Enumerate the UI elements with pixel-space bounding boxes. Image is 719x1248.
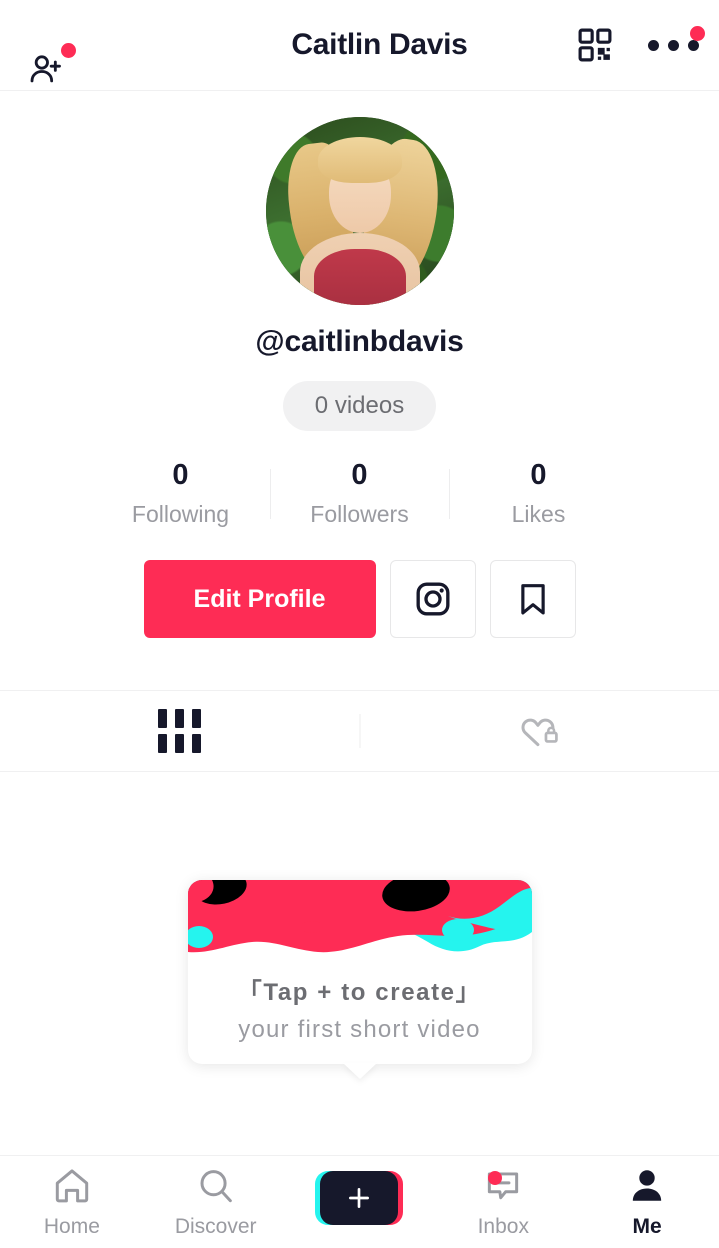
stat-followers[interactable]: 0 Followers (271, 459, 449, 528)
stat-value: 0 (351, 459, 368, 491)
grid-posts-icon (158, 709, 202, 754)
qr-code-button[interactable] (576, 26, 614, 64)
more-options-badge (690, 25, 705, 41)
stat-label: Likes (511, 501, 566, 528)
avatar[interactable] (265, 117, 454, 305)
profile-handle: @caitlinbdavis (255, 325, 464, 358)
videos-count-badge[interactable]: 0 videos (282, 381, 437, 431)
stat-value: 0 (530, 459, 547, 491)
edit-profile-button[interactable]: Edit Profile (143, 560, 376, 639)
instagram-icon (415, 582, 449, 616)
nav-label: Home (43, 1215, 100, 1238)
more-options-icon (648, 39, 699, 51)
nav-item-home[interactable]: Home (0, 1156, 144, 1248)
tip-line-secondary: your first short video (238, 1016, 481, 1044)
instagram-button[interactable] (389, 560, 476, 639)
plus-icon (349, 1188, 370, 1208)
tip-line-primary: 「Tap + to create」 (237, 979, 482, 1007)
nav-item-inbox[interactable]: Inbox (431, 1156, 575, 1248)
tab-posts[interactable] (0, 691, 360, 771)
avatar-clothing (313, 249, 406, 305)
avatar-hair-top (317, 137, 402, 183)
stat-likes[interactable]: 0 Likes (450, 459, 628, 528)
nav-label: Discover (174, 1215, 257, 1238)
more-options-button[interactable] (648, 25, 705, 51)
qr-code-icon (578, 28, 612, 62)
create-plus-icon (315, 1171, 404, 1225)
stat-following[interactable]: 0 Following (92, 459, 270, 528)
person-add-icon (30, 55, 61, 83)
add-friend-button[interactable] (26, 43, 76, 90)
private-likes-heart-lock-icon (521, 719, 559, 747)
profile-section: @caitlinbdavis 0 videos 0 Following 0 Fo… (0, 91, 719, 639)
bottom-navigation: Home Discover Inbox Me (0, 1155, 719, 1248)
tiktok-profile-screen: Caitlin Davis @caitlinbdavis 0 videos 0 … (0, 0, 719, 1248)
stat-label: Followers (310, 501, 409, 528)
stats-row: 0 Following 0 Followers 0 Likes (92, 459, 628, 528)
profile-actions: Edit Profile (143, 560, 576, 639)
nav-item-me[interactable]: Me (575, 1156, 719, 1248)
stat-label: Following (131, 501, 230, 528)
nav-item-discover[interactable]: Discover (144, 1156, 288, 1248)
bookmark-button[interactable] (489, 560, 576, 639)
tip-card-arrow (342, 1063, 377, 1080)
nav-item-create[interactable] (288, 1156, 432, 1248)
create-tip-card[interactable]: 「Tap + to create」 your first short video (187, 880, 532, 1080)
tip-card-text: 「Tap + to create」 your first short video (188, 972, 532, 1044)
home-icon (55, 1169, 89, 1203)
blob-artwork (187, 880, 532, 973)
nav-label: Me (632, 1215, 662, 1238)
nav-label: Inbox (477, 1215, 529, 1238)
tip-card-artwork (187, 880, 532, 973)
inbox-message-icon (488, 1172, 519, 1200)
search-icon (200, 1170, 232, 1203)
header-bar: Caitlin Davis (0, 0, 719, 91)
tab-private-likes[interactable] (360, 691, 719, 771)
bookmark-icon (520, 584, 545, 615)
tab-divider (359, 714, 360, 749)
add-friend-badge (61, 43, 76, 58)
create-core (320, 1171, 399, 1225)
content-area: 「Tap + to create」 your first short video (0, 772, 719, 1155)
profile-tabs (0, 690, 719, 773)
stat-value: 0 (172, 459, 189, 491)
person-icon (632, 1170, 662, 1201)
